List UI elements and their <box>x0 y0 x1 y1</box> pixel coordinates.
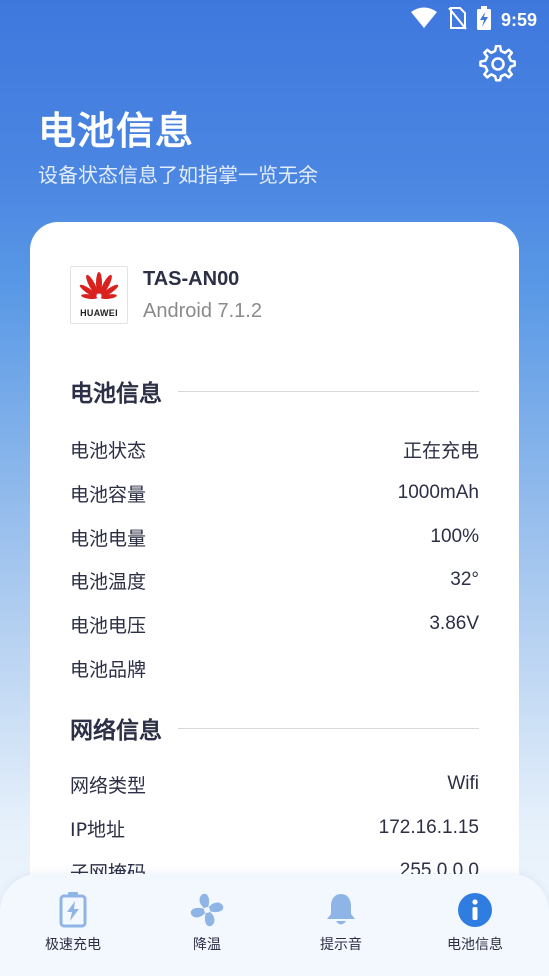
divider <box>178 727 479 729</box>
row-label: 网络类型 <box>70 774 147 797</box>
section-title: 网络信息 <box>70 718 162 744</box>
status-icons: 9:59 <box>410 6 537 34</box>
row-label: 电池电压 <box>70 614 147 637</box>
network-section-header: 网络信息 <box>70 711 479 745</box>
info-row-battery-temperature: 电池温度 32° <box>70 566 479 594</box>
row-label: 电池容量 <box>70 483 147 506</box>
section-title: 电池信息 <box>70 381 162 407</box>
row-value: 32° <box>450 569 479 590</box>
bell-icon <box>323 892 359 928</box>
device-row: HUAWEI TAS-AN00 Android 7.1.2 <box>70 266 262 324</box>
row-value: 172.16.1.15 <box>378 817 479 838</box>
device-info: TAS-AN00 Android 7.1.2 <box>143 268 262 323</box>
info-row-network-type: 网络类型 Wifi <box>70 770 479 798</box>
battery-charging-status-icon <box>476 6 491 34</box>
row-label: 电池温度 <box>70 570 147 593</box>
device-model: TAS-AN00 <box>143 267 240 290</box>
info-icon <box>457 892 493 928</box>
nav-label: 提示音 <box>320 937 362 953</box>
nav-item-fast-charge[interactable]: 极速充电 <box>28 892 118 954</box>
gear-icon <box>479 44 517 87</box>
device-os-version: Android 7.1.2 <box>143 299 262 322</box>
row-value: 3.86V <box>429 613 479 634</box>
row-value: 正在充电 <box>402 440 479 462</box>
nav-label: 极速充电 <box>45 937 101 953</box>
info-row-battery-capacity: 电池容量 1000mAh <box>70 479 479 507</box>
nav-item-cooling[interactable]: 降温 <box>162 892 252 954</box>
fan-icon <box>189 892 225 928</box>
battery-section-header: 电池信息 <box>70 374 479 408</box>
bottom-nav: 极速充电 降温 提示音 电池信息 <box>0 874 549 976</box>
settings-button[interactable] <box>478 44 518 87</box>
page-subtitle: 设备状态信息了如指掌一览无余 <box>38 163 318 187</box>
wifi-icon <box>410 7 437 33</box>
brand-logo: HUAWEI <box>70 266 128 324</box>
info-card: HUAWEI TAS-AN00 Android 7.1.2 电池信息 电池状态 … <box>30 222 519 976</box>
info-row-battery-level: 电池电量 100% <box>70 523 479 551</box>
row-value: Wifi <box>447 773 479 794</box>
row-label: 电池品牌 <box>70 658 147 681</box>
status-bar: 9:59 <box>0 0 549 36</box>
page-title: 电池信息 <box>38 109 195 153</box>
row-label: 电池电量 <box>70 527 147 550</box>
nav-item-alert-sound[interactable]: 提示音 <box>296 892 386 954</box>
no-sim-icon <box>447 6 467 34</box>
info-row-battery-brand: 电池品牌 <box>70 654 479 682</box>
status-time: 9:59 <box>500 9 537 30</box>
nav-label: 电池信息 <box>447 937 503 953</box>
divider <box>178 390 479 392</box>
row-label: IP地址 <box>70 818 126 841</box>
battery-charging-icon <box>55 892 91 928</box>
huawei-logo-icon <box>76 272 122 306</box>
brand-logo-text: HUAWEI <box>80 308 118 318</box>
row-value: 1000mAh <box>397 482 479 503</box>
row-value: 100% <box>430 526 479 547</box>
info-row-battery-voltage: 电池电压 3.86V <box>70 610 479 638</box>
nav-item-battery-info[interactable]: 电池信息 <box>430 892 520 954</box>
row-label: 电池状态 <box>70 439 147 462</box>
info-row-ip-address: IP地址 172.16.1.15 <box>70 814 479 842</box>
info-row-battery-status: 电池状态 正在充电 <box>70 435 479 463</box>
nav-label: 降温 <box>193 937 221 953</box>
